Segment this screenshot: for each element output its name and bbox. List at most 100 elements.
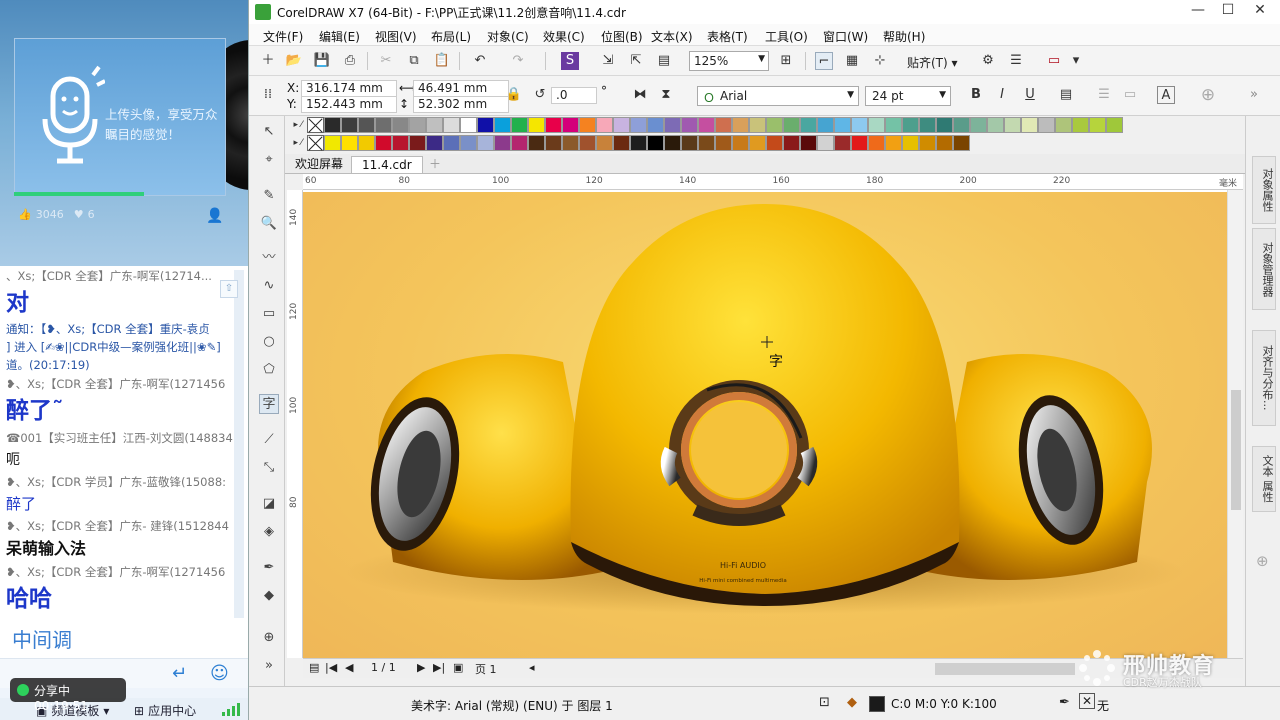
overflow-chevron-icon[interactable]: » [1245,86,1263,104]
color-swatch[interactable] [987,117,1004,133]
text-tool-icon[interactable]: 字 [259,394,279,414]
menu-item[interactable]: 对象(C) [487,28,529,45]
color-swatch[interactable] [732,135,749,151]
text-properties-icon[interactable]: A [1157,86,1175,104]
first-page-icon[interactable]: |◀ [325,661,337,674]
color-swatch[interactable] [596,135,613,151]
color-swatch[interactable] [426,117,443,133]
color-swatch[interactable] [426,135,443,151]
user-icon[interactable]: 👤 [206,208,223,224]
color-swatch[interactable] [392,117,409,133]
zoom-level-select[interactable]: 125% ▼ [689,51,769,71]
page-tab[interactable]: 页 1 [475,661,497,677]
color-swatch[interactable] [562,117,579,133]
color-swatch[interactable] [511,117,528,133]
color-swatch[interactable] [596,117,613,133]
color-swatch[interactable] [732,117,749,133]
color-swatch[interactable] [664,135,681,151]
docker-tab-text-properties[interactable]: 文本 属性 [1252,446,1276,512]
palette-menu-icon[interactable]: ▸ ⁄ [289,117,307,134]
color-swatch[interactable] [834,135,851,151]
show-guidelines-icon[interactable]: ⊹ [871,52,889,70]
docker-tab-object-properties[interactable]: 对象属性 [1252,156,1276,224]
color-swatch[interactable] [919,117,936,133]
color-swatch[interactable] [647,135,664,151]
underline-icon[interactable]: U [1021,86,1039,104]
polygon-tool-icon[interactable]: ⬠ [259,360,279,380]
options-icon[interactable]: ⚙ [979,52,997,70]
x-position-field[interactable]: 316.174 mm [301,80,397,97]
color-swatch[interactable] [545,135,562,151]
parallel-dimension-icon[interactable]: ⟋ [259,430,279,450]
open-folder-icon[interactable]: 📂 [285,52,303,70]
no-color-swatch[interactable] [307,135,324,151]
palette-menu-icon[interactable]: ▸ ⁄ [289,135,307,152]
color-swatch[interactable] [766,117,783,133]
color-swatch[interactable] [1106,117,1123,133]
maximize-button[interactable]: ☐ [1213,2,1243,22]
color-swatch[interactable] [749,135,766,151]
bold-icon[interactable]: B [967,86,985,104]
import-icon[interactable]: ⇲ [599,52,617,70]
height-field[interactable]: 52.302 mm [413,96,509,113]
avatar-upload-card[interactable]: 上传头像，享受万众瞩目的感觉！ [14,38,226,196]
color-swatch[interactable] [494,135,511,151]
mirror-vertical-icon[interactable]: ⧗ [657,86,675,104]
docker-tab-object-manager[interactable]: 对象管理器 [1252,228,1276,310]
screen-share-badge[interactable]: 分享中 00:19:51 [10,678,126,713]
color-swatch[interactable] [477,117,494,133]
color-swatch[interactable] [851,135,868,151]
color-swatch[interactable] [528,135,545,151]
menu-item[interactable]: 布局(L) [431,28,471,45]
text-align-icon[interactable]: ▤ [1057,86,1075,104]
add-icon[interactable]: ⊕ [1199,86,1217,104]
color-swatch[interactable] [851,117,868,133]
chevron-down-icon[interactable]: ▾ [1067,52,1085,70]
previous-page-icon[interactable]: ◀ [345,661,353,674]
color-swatch[interactable] [630,117,647,133]
rotation-icon[interactable]: ↺ [531,86,549,104]
color-swatch[interactable] [460,135,477,151]
menu-item[interactable]: 视图(V) [375,28,417,45]
color-swatch[interactable] [324,117,341,133]
color-swatch[interactable] [613,135,630,151]
color-swatch[interactable] [1004,117,1021,133]
menu-item[interactable]: 效果(C) [543,28,585,45]
scroll-left-icon[interactable]: ◂ [529,661,535,674]
no-color-swatch[interactable] [307,117,324,133]
color-swatch[interactable] [1021,117,1038,133]
color-swatch[interactable] [613,117,630,133]
drawing-canvas[interactable]: 字 Hi-Fi AUDIO Hi-Fi mini combined multim… [303,190,1227,658]
reference-point-icon[interactable]: ⁞⁞ [259,86,277,104]
scroll-to-top-icon[interactable]: ⇧ [220,280,238,298]
transparency-icon[interactable]: ◈ [259,522,279,542]
color-swatch[interactable] [902,135,919,151]
font-family-select[interactable]: Ｏ Arial ▼ [697,86,859,106]
app-center-button[interactable]: ⊞ 应用中心 [134,702,196,719]
color-swatch[interactable] [579,117,596,133]
vertical-scrollbar[interactable] [1227,190,1243,658]
last-page-icon[interactable]: ▶| [433,661,445,674]
color-swatch[interactable] [817,135,834,151]
menu-item[interactable]: 窗口(W) [823,28,868,45]
scroll-thumb[interactable] [1231,390,1241,510]
crop-tool-icon[interactable]: ✎ [259,186,279,206]
freehand-tool-icon[interactable]: 〰 [259,248,279,268]
color-proof-icon[interactable]: ⊡ [819,695,830,710]
color-swatch[interactable] [443,135,460,151]
connector-tool-icon[interactable]: ⤡ [259,458,279,478]
undo-icon[interactable]: ↶ [471,52,489,70]
color-swatch[interactable] [647,117,664,133]
mirror-horizontal-icon[interactable]: ⧓ [631,86,649,104]
color-swatch[interactable] [579,135,596,151]
color-swatch[interactable] [834,117,851,133]
next-page-icon[interactable]: ▶ [417,661,425,674]
menu-item[interactable]: 编辑(E) [319,28,360,45]
color-swatch[interactable] [681,135,698,151]
snap-to-menu[interactable]: 贴齐(T) ▾ [907,54,958,71]
eyedropper-icon[interactable]: ✒ [259,558,279,578]
add-page-icon[interactable]: ▣ [453,661,463,674]
color-swatch[interactable] [358,135,375,151]
show-rulers-icon[interactable]: ⌐ [815,52,833,70]
drop-shadow-icon[interactable]: ◪ [259,494,279,514]
